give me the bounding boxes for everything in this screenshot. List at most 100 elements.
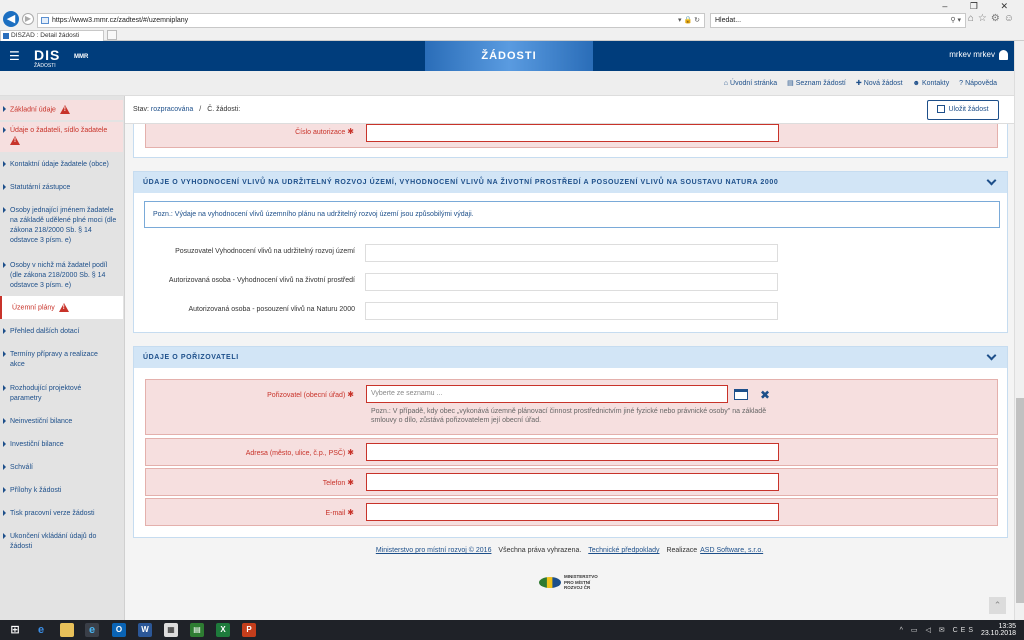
asd-software-link[interactable]: ASD Software, s.r.o. xyxy=(700,547,763,554)
system-clock[interactable]: 13:35 23.10.2018 xyxy=(981,623,1016,637)
edge-icon[interactable]: e xyxy=(34,623,48,637)
browser-search[interactable]: Hledat... ⚲ ▾ xyxy=(710,13,966,28)
sidebar-item-approves[interactable]: Schválí xyxy=(0,463,123,473)
sidebar-item-investment-balance[interactable]: Investiční bilance xyxy=(0,440,123,450)
nav-home[interactable]: ⌂ Úvodní stránka xyxy=(724,80,777,87)
field-row-procurer: Pořizovatel (obecní úřad) ✱ Vyberte ze se… xyxy=(145,379,998,435)
address-label: Adresa (město, ulice, č.p., PSČ) ✱ xyxy=(245,448,354,457)
impact-assessor-input[interactable] xyxy=(365,244,778,262)
phone-input[interactable] xyxy=(366,473,779,491)
start-windows-icon[interactable]: ⊞ xyxy=(8,623,22,637)
arrow-icon xyxy=(3,441,6,447)
sidebar-item-statutory[interactable]: Statutární zástupce xyxy=(0,183,123,193)
word-icon[interactable]: W xyxy=(138,623,152,637)
ministry-link[interactable]: Ministerstvo pro místní rozvoj © 2016 xyxy=(376,547,492,554)
forward-button[interactable]: ▶ xyxy=(22,13,34,25)
scroll-to-top-button[interactable]: ⌃ xyxy=(989,597,1006,614)
address-input[interactable] xyxy=(366,443,779,461)
required-icon: ✱ xyxy=(347,390,354,399)
browser-toolbar-icons[interactable]: ⌂☆⚙☺ xyxy=(968,13,1018,24)
page-icon xyxy=(41,17,49,24)
calculator-icon[interactable]: ▦ xyxy=(164,623,178,637)
excel-icon[interactable]: X xyxy=(216,623,230,637)
scrollbar-thumb[interactable] xyxy=(1016,398,1024,603)
required-icon: ✱ xyxy=(347,478,354,487)
phone-label: Telefon ✱ xyxy=(322,478,354,487)
field-row-email: E-mail ✱ xyxy=(145,498,998,526)
sidebar-item-deadlines[interactable]: Termíny přípravy a realizace akce xyxy=(0,350,110,370)
clear-icon[interactable]: ✖ xyxy=(760,389,770,401)
nav-help[interactable]: ? Nápověda xyxy=(959,80,997,87)
page-scrollbar[interactable] xyxy=(1014,41,1024,620)
address-bar[interactable]: https://www3.mmr.cz/zadtest/#/uzemniplan… xyxy=(37,13,705,28)
sidebar-item-noninvestment-balance[interactable]: Neinvestiční bilance xyxy=(0,417,123,427)
nav-contacts[interactable]: ☻ Kontakty xyxy=(913,80,950,87)
arrow-icon xyxy=(3,328,6,334)
nav-request-list[interactable]: ▤ Seznam žádostí xyxy=(787,80,846,87)
chevron-down-icon[interactable] xyxy=(986,350,997,361)
spreadsheet-app-icon[interactable]: ▤ xyxy=(190,623,204,637)
sidebar-item-basic-info[interactable]: Základní údaje xyxy=(0,100,123,120)
sidebar-item-applicant[interactable]: Údaje o žadateli, sídlo žadatele xyxy=(0,122,123,152)
environment-person-input[interactable] xyxy=(365,273,778,291)
nav-new-request[interactable]: ✚ Nová žádost xyxy=(856,80,903,87)
browser-search-text: Hledat... xyxy=(715,17,742,24)
warning-icon xyxy=(10,136,20,145)
select-list-icon[interactable] xyxy=(734,389,748,400)
back-button[interactable]: ◀ xyxy=(3,11,19,27)
panel-procurer: Údaje o pořizovateli Pořizovatel (obecní… xyxy=(133,346,1008,538)
arrow-icon xyxy=(3,510,6,516)
realization-label: Realizace xyxy=(666,547,698,554)
browser-tab[interactable]: DISZAD : Detail žádosti xyxy=(0,30,104,41)
arrow-icon xyxy=(3,351,6,357)
address-url: https://www3.mmr.cz/zadtest/#/uzemniplan… xyxy=(52,17,189,24)
user-menu[interactable]: mrkev mrkev xyxy=(949,50,1008,60)
address-controls[interactable]: ▾ 🔒 ↻ xyxy=(678,14,700,27)
main-content: Číslo autorizace ✱ Údaje o vyhodnocení vl… xyxy=(125,124,1014,620)
arrow-icon xyxy=(3,106,6,112)
header-banner: ŽÁDOSTI xyxy=(425,41,593,71)
tech-requirements-link[interactable]: Technické předpoklady xyxy=(588,547,659,554)
app-logo[interactable]: DIS ŽÁDOSTI MMR xyxy=(34,47,88,69)
outlook-icon[interactable]: O xyxy=(112,623,126,637)
save-icon xyxy=(937,105,946,114)
authorization-number-input[interactable] xyxy=(366,124,779,142)
sidebar-item-power-of-attorney[interactable]: Osoby jednající jménem žadatele na zákla… xyxy=(0,206,118,246)
arrow-icon xyxy=(3,533,6,539)
natura-person-input[interactable] xyxy=(365,302,778,320)
save-request-button[interactable]: Uložit žádost xyxy=(927,100,999,120)
ministry-logo: MINISTERSTVO PRO MÍSTNÍ ROZVOJ ČR xyxy=(539,574,609,592)
sidebar-item-shareholdings[interactable]: Osoby v nichž má žadatel podíl (dle záko… xyxy=(0,261,118,291)
arrow-icon xyxy=(3,464,6,470)
impact-section-header[interactable]: Údaje o vyhodnocení vlivů na udržitelný … xyxy=(134,172,1007,193)
procurer-select[interactable]: Vyberte ze seznamu ... xyxy=(366,385,728,403)
sidebar-item-spatial-plans[interactable]: Územní plány xyxy=(0,296,123,319)
sidebar-item-other-grants[interactable]: Přehled dalších dotací xyxy=(0,327,123,337)
system-tray-icons[interactable]: ^ ▭ ◁ ✉ CES xyxy=(900,626,976,634)
sidebar-item-project-parameters[interactable]: Rozhodující projektové parametry xyxy=(0,384,100,404)
sidebar-item-print-draft[interactable]: Tisk pracovní verze žádosti xyxy=(0,509,123,519)
natura-person-label: Autorizovaná osoba - posouzení vlivů na … xyxy=(188,306,355,313)
app-header: ☰ DIS ŽÁDOSTI MMR ŽÁDOSTI mrkev mrkev xyxy=(0,41,1014,71)
authorization-label: Číslo autorizace ✱ xyxy=(295,127,354,136)
sidebar-item-contacts[interactable]: Kontaktní údaje žadatele (obce) xyxy=(0,160,123,170)
powerpoint-icon[interactable]: P xyxy=(242,623,256,637)
chevron-down-icon[interactable] xyxy=(986,175,997,186)
internet-explorer-icon[interactable]: e xyxy=(85,623,99,637)
new-tab-button[interactable] xyxy=(107,30,117,40)
required-icon: ✱ xyxy=(347,448,354,457)
field-row-impact-assessor: Posuzovatel Vyhodnocení vlivů na udržite… xyxy=(145,242,998,264)
panel-authorization: Číslo autorizace ✱ xyxy=(133,124,1008,158)
sidebar-item-attachments[interactable]: Přílohy k žádosti xyxy=(0,486,123,496)
email-input[interactable] xyxy=(366,503,779,521)
procurer-section-header[interactable]: Údaje o pořizovateli xyxy=(134,347,1007,368)
logo-mmr: MMR xyxy=(74,54,89,60)
page-footer: Ministerstvo pro místní rozvoj © 2016 Vš… xyxy=(125,547,1014,554)
sidebar-item-finish-entry[interactable]: Ukončení vkládání údajů do žádosti xyxy=(0,532,108,552)
window-controls[interactable]: – ❐ ✕ xyxy=(942,1,1018,12)
hamburger-menu-icon[interactable]: ☰ xyxy=(9,50,20,62)
email-label: E-mail ✱ xyxy=(325,508,354,517)
file-explorer-icon[interactable] xyxy=(60,623,74,637)
search-icon[interactable]: ⚲ ▾ xyxy=(950,14,961,27)
request-number-label: Č. žádosti: xyxy=(207,106,241,113)
